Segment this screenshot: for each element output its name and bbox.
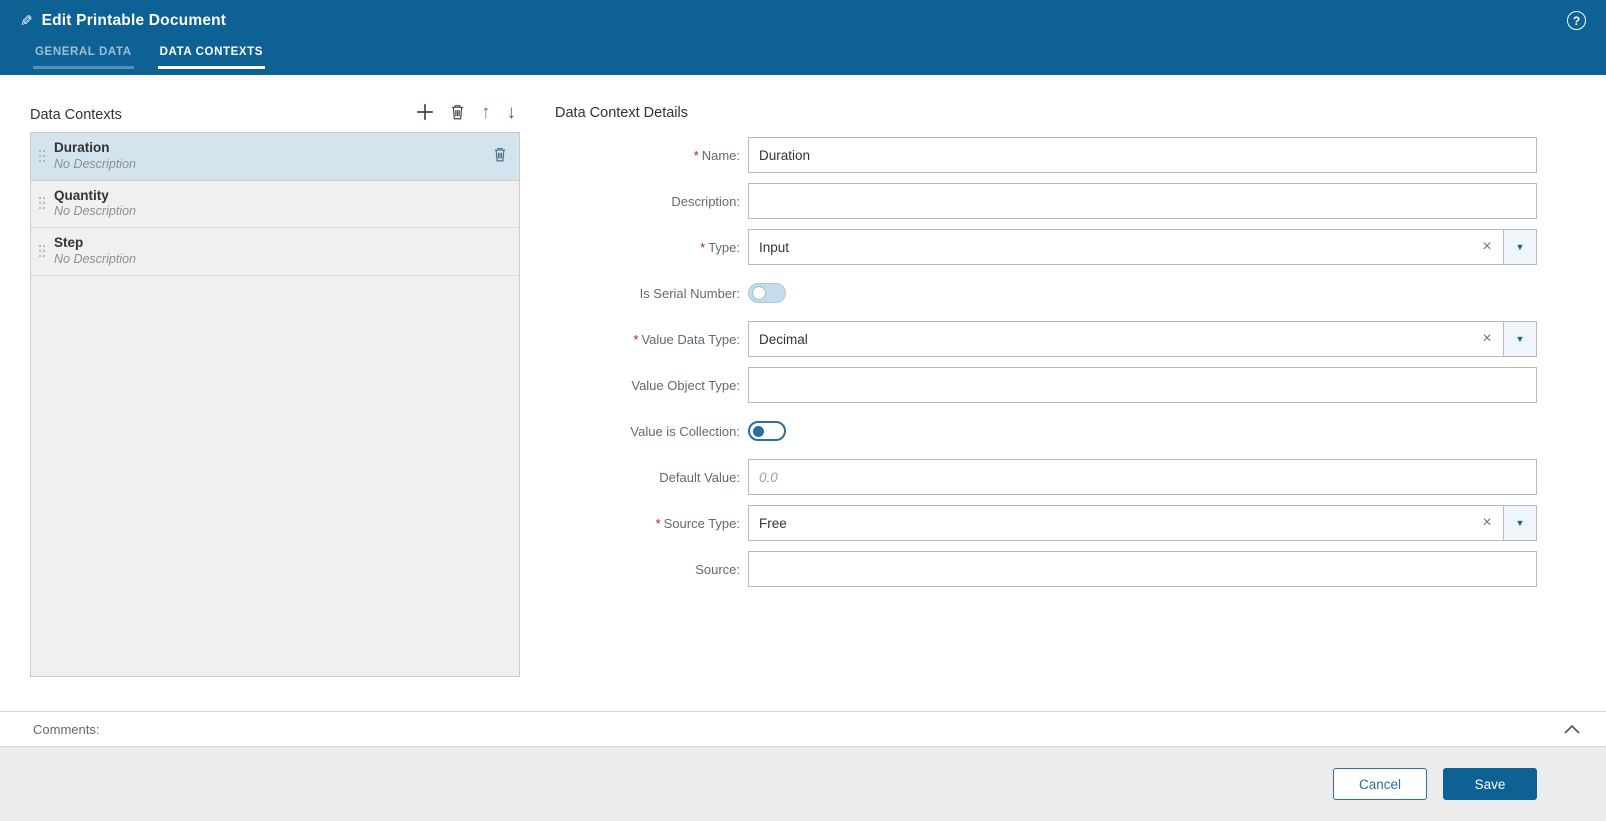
list-item-description: No Description [54,204,136,219]
toggle-cell [748,421,1537,441]
list-item-name: Step [54,235,84,250]
is-serial-number-row: Is Serial Number: [555,275,1537,311]
chevron-up-icon [1564,722,1580,737]
type-label: * Type: [700,239,740,255]
default-value-row: Default Value: [555,459,1537,495]
toggle-knob [753,425,764,437]
type-combobox[interactable]: Input × ▼ [748,229,1537,265]
plus-icon [416,103,434,124]
drag-handle-icon[interactable] [39,149,46,163]
default-value-input[interactable] [748,459,1537,495]
title-row: ✎ Edit Printable Document ? [0,0,1606,30]
value-data-type-combobox[interactable]: Decimal × ▼ [748,321,1537,357]
type-value: Input [759,239,790,255]
data-contexts-header: Data Contexts ↑ ↓ [30,103,520,123]
clear-icon[interactable]: × [1471,506,1503,540]
tab-general-data[interactable]: GENERAL DATA [33,42,134,69]
description-label: Description: [671,193,740,209]
value-object-type-label: Value Object Type: [631,377,740,393]
clear-icon[interactable]: × [1471,322,1503,356]
list-item-text: Duration No Description [54,140,491,173]
value-data-type-value: Decimal [759,331,808,347]
list-item-quantity[interactable]: Quantity No Description [31,181,519,228]
tab-bar: GENERAL DATA DATA CONTEXTS [0,42,1606,69]
data-context-details-panel: Data Context Details *Name: Description:… [555,103,1537,711]
comments-label: Comments: [33,721,100,737]
list-toolbar: ↑ ↓ [416,103,520,123]
required-marker: * [700,239,706,255]
header: ✎ Edit Printable Document ? GENERAL DATA… [0,0,1606,75]
source-row: Source: [555,551,1537,587]
help-icon[interactable]: ? [1567,11,1586,30]
toggle-knob [752,286,766,300]
is-serial-number-toggle[interactable] [748,283,786,303]
value-is-collection-toggle[interactable] [748,421,786,441]
chevron-down-icon[interactable]: ▼ [1503,506,1536,540]
chevron-down-icon[interactable]: ▼ [1503,322,1536,356]
source-type-value: Free [759,515,787,531]
source-type-combobox[interactable]: Free × ▼ [748,505,1537,541]
list-item-description: No Description [54,251,136,266]
description-row: Description: [555,183,1537,219]
is-serial-number-label: Is Serial Number: [639,285,740,301]
source-type-label: * Source Type: [655,515,740,531]
name-row: * Name: [555,137,1537,173]
details-title: Data Context Details [555,105,688,121]
trash-icon [450,103,465,124]
source-type-row: * Source Type: Free × ▼ [555,505,1537,541]
name-input[interactable] [748,137,1537,173]
required-marker: * [633,331,639,347]
add-context-button[interactable] [416,103,434,123]
source-input[interactable] [748,551,1537,587]
value-object-type-row: Value Object Type: [555,367,1537,403]
required-marker: * [693,147,699,163]
required-marker: * [655,515,661,531]
footer-bar: Cancel Save [0,747,1606,821]
comments-section: Comments: [0,711,1606,747]
list-item-name: Duration [54,140,110,155]
move-down-button[interactable]: ↓ [507,103,517,123]
page-title: Edit Printable Document [41,12,227,29]
data-contexts-list: Duration No Description Quantity No Desc… [30,132,520,677]
main-content: Data Contexts ↑ ↓ Duration No Descriptio… [0,75,1606,711]
default-value-label: Default Value: [659,469,740,485]
value-data-type-row: * Value Data Type: Decimal × ▼ [555,321,1537,357]
tab-data-contexts[interactable]: DATA CONTEXTS [157,42,266,69]
edit-pencil-icon: ✎ [20,13,33,30]
description-input[interactable] [748,183,1537,219]
data-contexts-title: Data Contexts [30,107,122,123]
drag-handle-icon[interactable] [39,197,46,210]
arrow-down-icon: ↓ [506,102,517,123]
move-up-button[interactable]: ↑ [481,103,491,123]
source-label: Source: [695,561,740,577]
list-item-description: No Description [54,156,136,171]
value-data-type-label: * Value Data Type: [633,331,740,347]
collapse-comments-button[interactable] [1560,718,1584,741]
list-item-name: Quantity [54,187,109,203]
type-row: * Type: Input × ▼ [555,229,1537,265]
value-object-type-input[interactable] [748,367,1537,403]
chevron-down-icon[interactable]: ▼ [1503,230,1536,264]
list-item-text: Quantity No Description [54,188,509,221]
list-item-duration[interactable]: Duration No Description [31,133,519,181]
value-is-collection-row: Value is Collection: [555,413,1537,449]
cancel-button[interactable]: Cancel [1333,768,1427,800]
delete-context-button[interactable] [450,103,465,123]
list-item-text: Step No Description [54,235,509,268]
save-button[interactable]: Save [1443,768,1537,800]
drag-handle-icon[interactable] [39,244,46,258]
delete-item-icon[interactable] [491,144,509,168]
data-contexts-panel: Data Contexts ↑ ↓ Duration No Descriptio… [30,103,520,711]
name-label: * Name: [693,147,740,163]
toggle-cell [748,283,1537,303]
value-is-collection-label: Value is Collection: [630,423,740,439]
list-item-step[interactable]: Step No Description [31,228,519,276]
clear-icon[interactable]: × [1471,230,1503,264]
arrow-up-icon: ↑ [481,102,491,123]
